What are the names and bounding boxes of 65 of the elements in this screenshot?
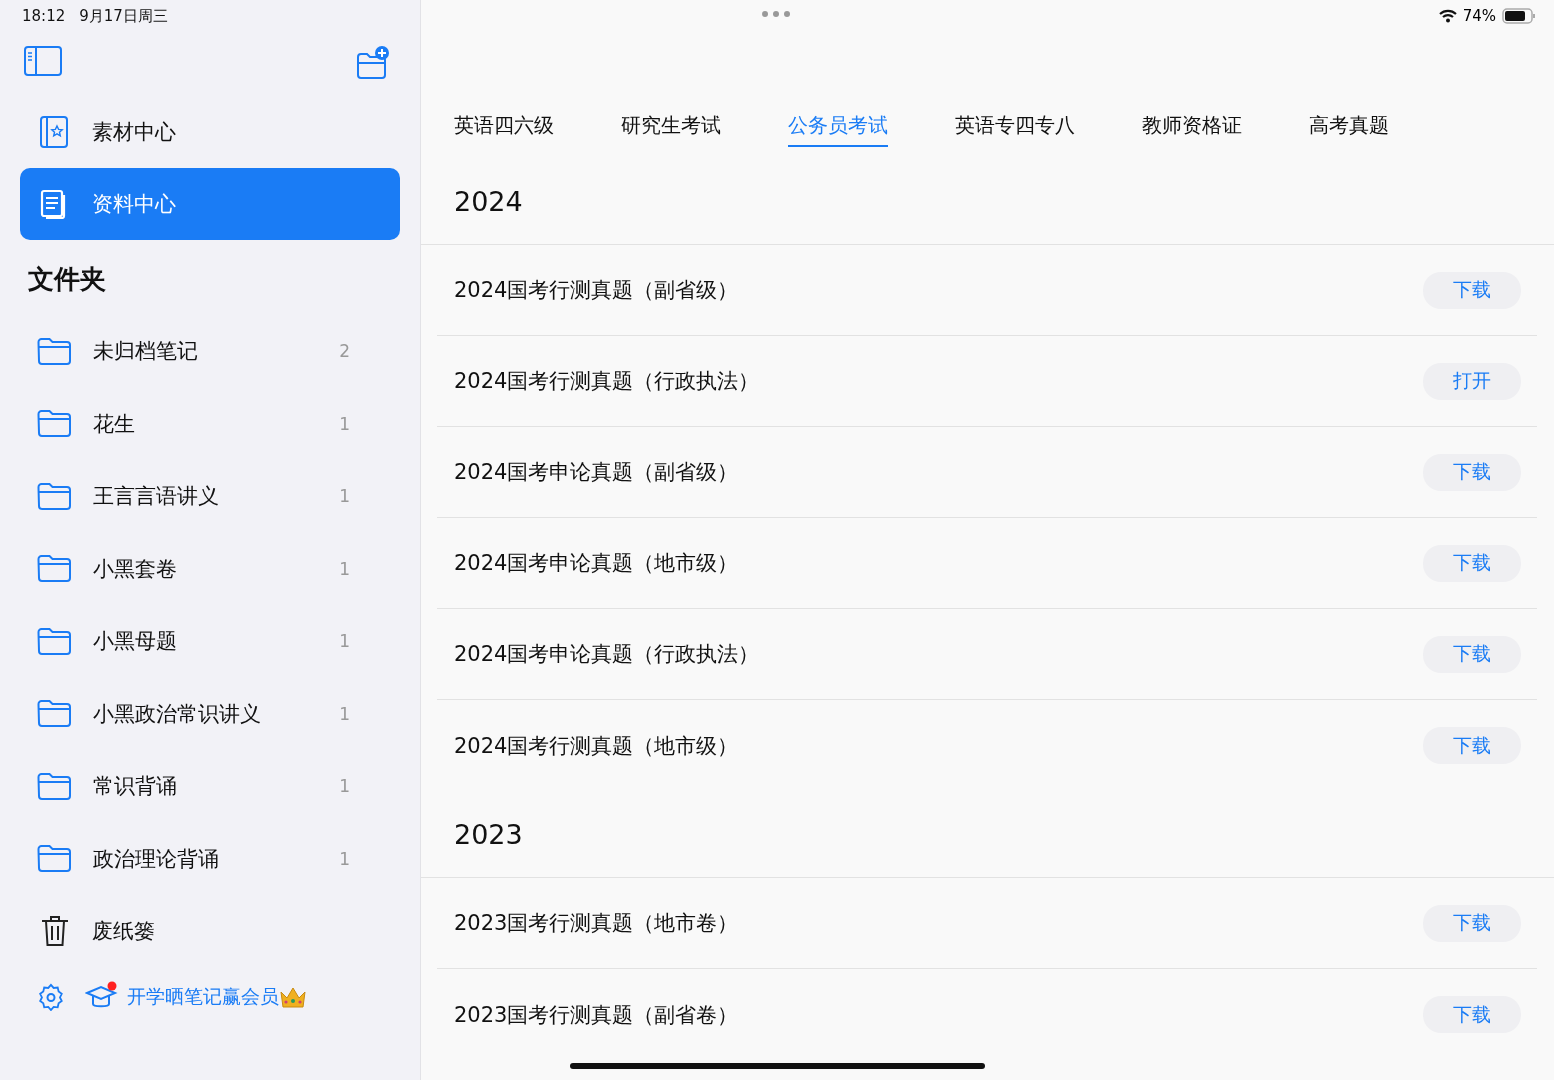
paper-title: 2024国考行测真题（副省级） — [454, 277, 739, 304]
folder-name[interactable]: 废纸篓 — [92, 917, 350, 946]
note-count: 1 — [339, 413, 350, 434]
folder-name[interactable]: 常识背诵 — [93, 772, 340, 801]
note-count: 1 — [339, 486, 350, 507]
paper-title: 2024国考申论真题（副省级） — [454, 459, 739, 486]
category-tab[interactable]: 英语专四专八 — [955, 106, 1075, 147]
folder-name[interactable]: 王言言语讲义 — [93, 482, 340, 511]
folder-name[interactable]: 政治理论背诵 — [93, 844, 340, 873]
battery-icon — [1502, 8, 1536, 24]
action-button[interactable]: 下载 — [1423, 453, 1521, 491]
settings-icon[interactable] — [37, 982, 65, 1011]
wifi-icon — [1438, 9, 1457, 23]
category-tab[interactable]: 公务员考试 — [788, 106, 888, 147]
folder-name[interactable]: 花生 — [93, 409, 340, 438]
action-button[interactable]: 下载 — [1423, 544, 1521, 582]
more-icon[interactable] — [761, 10, 791, 18]
paper-title: 2024国考行测真题（地市级） — [454, 732, 739, 760]
folder-icon — [37, 845, 72, 873]
note-count: 1 — [339, 848, 350, 869]
document-icon — [40, 189, 68, 219]
folder-icon — [37, 772, 72, 800]
folder-icon — [37, 337, 72, 365]
folder-icon — [37, 700, 72, 728]
action-button[interactable]: 下载 — [1423, 904, 1521, 942]
sidebar-item[interactable]: 资料中心 — [20, 168, 400, 240]
status-time: 18:12 — [22, 7, 66, 25]
folder-icon — [37, 555, 72, 583]
action-button[interactable]: 下载 — [1423, 635, 1521, 673]
trash-icon — [39, 915, 71, 948]
paper-title: 2023国考行测真题（地市卷） — [454, 910, 739, 937]
crown-icon — [279, 985, 307, 1008]
folder-icon — [37, 482, 72, 510]
note-count: 1 — [339, 631, 350, 652]
folder-icon — [37, 627, 72, 655]
note-count: 1 — [339, 776, 350, 797]
category-tab[interactable]: 教师资格证 — [1142, 106, 1242, 147]
battery-percent: 74% — [1462, 7, 1496, 25]
note-count: 1 — [339, 558, 350, 579]
year-header: 2023 — [421, 791, 1554, 878]
paper-title: 2024国考申论真题（行政执法） — [454, 641, 760, 668]
action-button[interactable]: 下载 — [1423, 996, 1521, 1033]
paper-title: 2023国考行测真题（副省卷） — [454, 1001, 739, 1029]
sidebar-item[interactable]: 素材中心 — [20, 96, 400, 168]
promo-link[interactable]: 开学晒笔记赢会员 — [127, 983, 279, 1010]
folder-name[interactable]: 小黑母题 — [93, 627, 340, 656]
folder-name[interactable]: 小黑政治常识讲义 — [93, 699, 340, 728]
paper-title: 2024国考申论真题（地市级） — [454, 550, 739, 577]
note-count: 1 — [339, 703, 350, 724]
category-tab[interactable]: 研究生考试 — [621, 106, 721, 147]
year-header: 2024 — [421, 158, 1554, 245]
status-date: 9月17日周三 — [79, 6, 168, 26]
folder-icon — [37, 410, 72, 438]
note-count: 2 — [339, 341, 350, 362]
paper-title: 2024国考行测真题（行政执法） — [454, 368, 760, 395]
action-button[interactable]: 下载 — [1423, 271, 1521, 309]
sidebar-toggle-icon[interactable] — [24, 46, 62, 76]
star-book-icon — [40, 116, 68, 148]
action-button[interactable]: 下载 — [1423, 727, 1521, 764]
folder-name[interactable]: 小黑套卷 — [93, 554, 340, 583]
section-title: 文件夹 — [27, 263, 107, 296]
folder-name[interactable]: 未归档笔记 — [93, 337, 340, 366]
category-tab[interactable]: 高考真题 — [1309, 106, 1389, 147]
new-folder-icon[interactable] — [356, 46, 390, 80]
category-tab[interactable]: 英语四六级 — [454, 106, 554, 147]
